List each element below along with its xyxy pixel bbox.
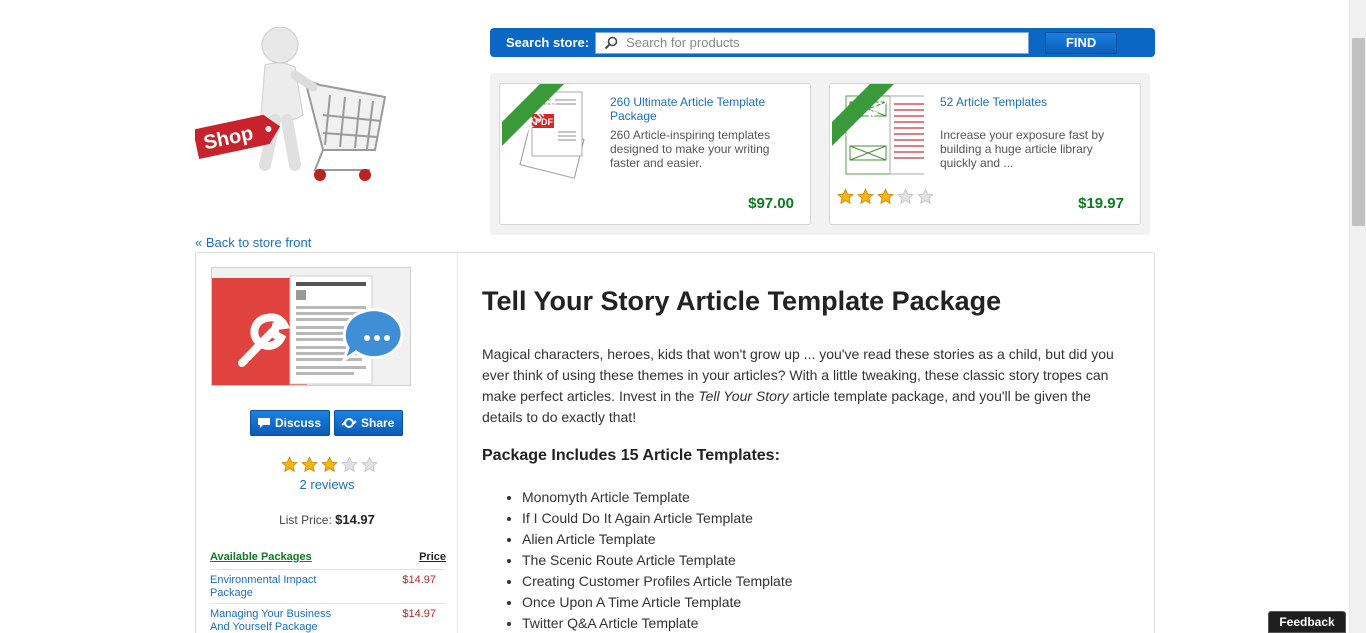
package-name-link[interactable]: Environmental Impact Package xyxy=(210,574,350,600)
templates-list: Monomyth Article Template If I Could Do … xyxy=(522,487,793,633)
star-filled-icon xyxy=(280,456,298,478)
discuss-label: Discuss xyxy=(275,416,322,430)
shop-logo[interactable]: Shop xyxy=(192,25,395,190)
share-button[interactable]: Share xyxy=(334,410,404,436)
star-filled-icon xyxy=(300,456,318,478)
social-buttons: Discuss Share xyxy=(250,410,404,436)
star-empty-icon xyxy=(896,188,915,210)
back-to-store-link[interactable]: « Back to store front xyxy=(195,235,311,250)
featured-title[interactable]: 260 Ultimate Article Template Package xyxy=(610,95,795,123)
packages-header: Available Packages Price xyxy=(210,551,446,570)
share-label: Share xyxy=(361,416,395,430)
packages-header-price[interactable]: Price xyxy=(419,551,446,563)
featured-products: PDF FEATURED 260 Ultimate Article Templa… xyxy=(490,73,1150,235)
search-bar: Search store: FIND xyxy=(490,28,1155,57)
featured-card[interactable]: FEATURED 52 Article Templates Increase y… xyxy=(829,83,1141,225)
star-filled-icon xyxy=(836,188,855,210)
product-thumbnail: FEATURED xyxy=(832,84,924,175)
search-input[interactable] xyxy=(596,32,1029,53)
discuss-button[interactable]: Discuss xyxy=(250,410,331,436)
star-filled-icon xyxy=(320,456,338,478)
includes-heading: Package Includes 15 Article Templates: xyxy=(482,447,780,464)
list-item: Creating Customer Profiles Article Templ… xyxy=(522,571,793,592)
page-title: Tell Your Story Article Template Package xyxy=(482,286,1002,316)
search-input-wrapper xyxy=(595,31,1030,54)
featured-price: $97.00 xyxy=(748,195,794,212)
packages-table: Available Packages Price Environmental I… xyxy=(210,551,446,633)
star-empty-icon xyxy=(916,188,935,210)
product-image[interactable] xyxy=(211,267,411,386)
packages-header-name[interactable]: Available Packages xyxy=(210,551,312,563)
featured-description: 260 Article-inspiring templates designed… xyxy=(610,128,771,170)
product-panel: Discuss Share 2 reviews List Price: $14.… xyxy=(195,252,1155,633)
reviews-link[interactable]: 2 reviews xyxy=(196,477,458,492)
list-price: List Price: $14.97 xyxy=(196,512,458,527)
list-item: Monomyth Article Template xyxy=(522,487,793,508)
star-empty-icon xyxy=(340,456,358,478)
speech-bubble-icon xyxy=(258,418,270,428)
package-price: $14.97 xyxy=(402,574,436,586)
list-item: Once Upon A Time Article Template xyxy=(522,592,793,613)
featured-card[interactable]: PDF FEATURED 260 Ultimate Article Templa… xyxy=(499,83,811,225)
find-button[interactable]: FIND xyxy=(1045,31,1118,54)
featured-title[interactable]: 52 Article Templates xyxy=(940,95,1125,109)
search-label: Search store: xyxy=(506,35,590,50)
package-name-link[interactable]: Managing Your Business And Yourself Pack… xyxy=(210,608,350,633)
description-italic: Tell Your Story xyxy=(698,388,789,404)
scrollbar-thumb[interactable] xyxy=(1352,38,1365,226)
featured-rating xyxy=(836,188,935,210)
product-sidebar: Discuss Share 2 reviews List Price: $14.… xyxy=(196,253,458,633)
star-filled-icon xyxy=(876,188,895,210)
table-row: Environmental Impact Package $14.97 xyxy=(210,570,446,604)
feedback-button[interactable]: Feedback xyxy=(1268,611,1346,633)
list-item: Twitter Q&A Article Template xyxy=(522,613,793,633)
table-row: Managing Your Business And Yourself Pack… xyxy=(210,604,446,633)
list-item: The Scenic Route Article Template xyxy=(522,550,793,571)
list-price-label: List Price: xyxy=(279,513,332,527)
product-rating xyxy=(196,456,458,478)
package-price: $14.97 xyxy=(402,608,436,620)
featured-price: $19.97 xyxy=(1078,195,1124,212)
star-filled-icon xyxy=(856,188,875,210)
vertical-scrollbar[interactable] xyxy=(1349,0,1366,633)
product-thumbnail: PDF FEATURED xyxy=(502,84,585,179)
list-item: Alien Article Template xyxy=(522,529,793,550)
product-description: Magical characters, heroes, kids that wo… xyxy=(482,344,1132,428)
list-item: If I Could Do It Again Article Template xyxy=(522,508,793,529)
share-icon xyxy=(341,418,357,428)
featured-description: Increase your exposure fast by building … xyxy=(940,128,1105,170)
search-icon xyxy=(604,36,618,49)
star-empty-icon xyxy=(360,456,378,478)
list-price-value: $14.97 xyxy=(335,512,375,527)
